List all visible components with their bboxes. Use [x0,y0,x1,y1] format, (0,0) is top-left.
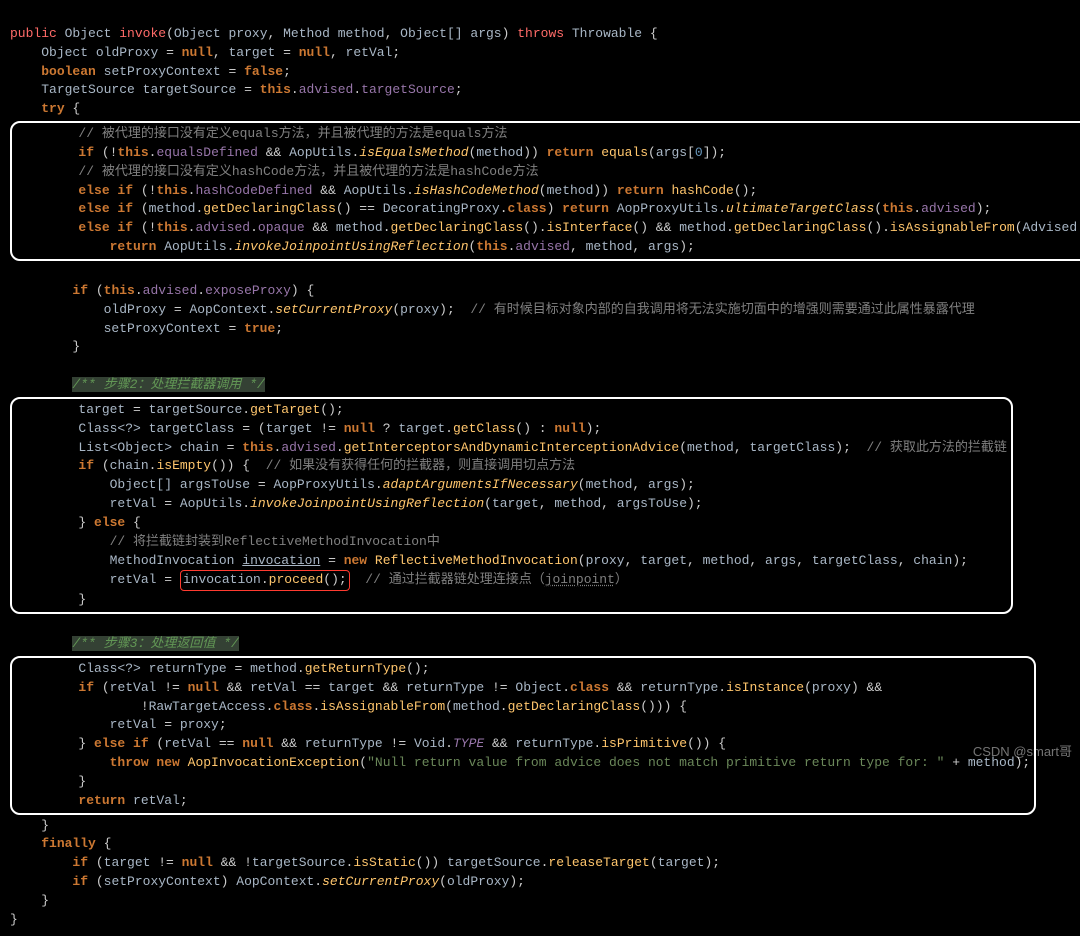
box-3: Class<?> returnType = method.getReturnTy… [10,656,1036,815]
box-2: target = targetSource.getTarget(); Class… [10,397,1013,614]
highlight-proceed: invocation.proceed(); [180,570,350,591]
code-block: public Object invoke(Object proxy, Metho… [0,0,1080,936]
box-1: // 被代理的接口没有定义equals方法，并且被代理的方法是equals方法 … [10,121,1080,261]
watermark: CSDN @smart哥 [973,743,1072,762]
